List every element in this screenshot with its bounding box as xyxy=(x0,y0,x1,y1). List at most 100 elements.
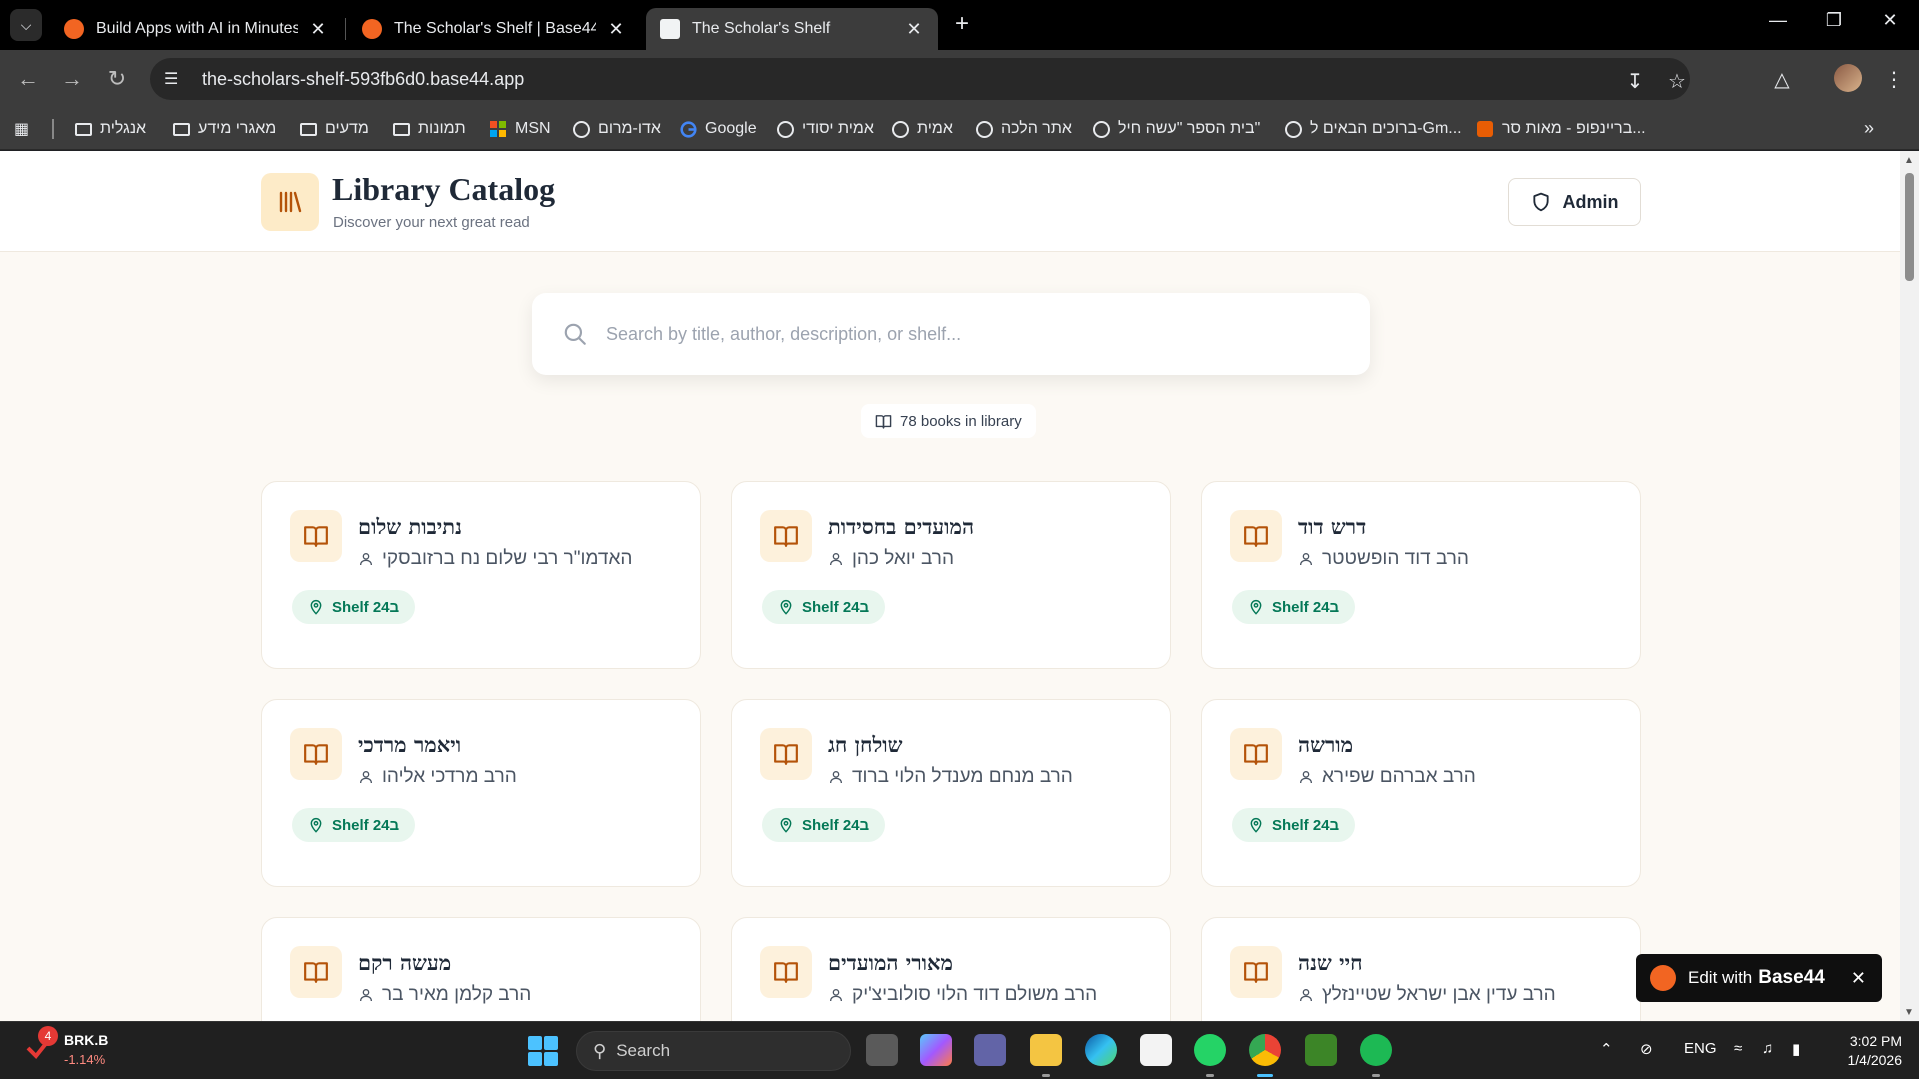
page-scrollbar[interactable]: ▲ ▼ xyxy=(1900,151,1919,1021)
brainpop-icon xyxy=(1476,121,1494,137)
close-window-icon[interactable]: ✕ xyxy=(1870,10,1910,31)
bookmark-item[interactable]: אנגלית xyxy=(74,118,146,140)
folder-icon xyxy=(172,121,190,137)
book-author: הרב יואל כהן xyxy=(828,548,954,570)
address-bar[interactable]: ☰ the-scholars-shelf-593fb6d0.base44.app… xyxy=(150,58,1690,100)
globe-icon xyxy=(572,120,590,138)
book-icon xyxy=(1230,728,1282,780)
edit-with-base44-button[interactable]: Edit with Base44 ✕ xyxy=(1636,954,1882,1002)
volume-icon[interactable]: ♫ xyxy=(1762,1040,1773,1057)
bookmark-item[interactable]: אמית xyxy=(891,118,953,140)
chrome-icon[interactable] xyxy=(1249,1034,1281,1066)
minimize-icon[interactable]: — xyxy=(1758,10,1798,31)
taskbar-clock[interactable]: 3:02 PM 1/4/2026 xyxy=(1832,1032,1903,1070)
tab-search-button[interactable]: ⌵ xyxy=(10,9,42,41)
copilot-icon[interactable] xyxy=(920,1034,952,1066)
bookmark-item[interactable]: ברוכים הבאים ל-Gm... xyxy=(1284,118,1462,140)
book-icon xyxy=(290,728,342,780)
shield-icon xyxy=(1532,192,1549,212)
admin-button[interactable]: Admin xyxy=(1508,178,1641,226)
close-icon[interactable]: ✕ xyxy=(308,19,328,40)
more-menu-icon[interactable]: ⋮ xyxy=(1878,63,1910,95)
minecraft-icon[interactable] xyxy=(1305,1034,1337,1066)
book-card[interactable]: דרש דוד הרב דוד הופשטטר Shelf 24ב xyxy=(1201,481,1641,669)
battery-icon[interactable]: ▮ xyxy=(1792,1040,1800,1058)
spotify-icon[interactable] xyxy=(1360,1034,1392,1066)
map-pin-icon xyxy=(310,818,322,833)
bookmark-label: מאגרי מידע xyxy=(198,120,277,137)
scroll-down-icon[interactable]: ▼ xyxy=(1904,1007,1914,1018)
book-title: נתיבות שלום xyxy=(358,514,462,539)
apps-grid-icon[interactable]: ▦ xyxy=(14,119,34,139)
user-icon xyxy=(1300,771,1312,784)
book-card[interactable]: נתיבות שלום האדמו"ר רבי שלום נח ברזובסקי… xyxy=(261,481,701,669)
file-explorer-icon[interactable] xyxy=(1030,1034,1062,1066)
chevron-double-right-icon[interactable]: » xyxy=(1864,118,1874,139)
book-card[interactable]: מורשה הרב אברהם שפירא Shelf 24ב xyxy=(1201,699,1641,887)
book-count-text: 78 books in library xyxy=(900,412,1022,430)
book-card[interactable]: שולחן חג הרב מנחם מענדל הלוי ברוד Shelf … xyxy=(731,699,1171,887)
chevron-up-icon[interactable]: ⌃ xyxy=(1600,1040,1613,1058)
tab-scholars-shelf-base44[interactable]: The Scholar's Shelf | Base44 ✕ xyxy=(348,8,640,50)
doc-icon xyxy=(660,19,680,39)
book-card[interactable]: מאורי המועדים הרב משולם דוד הלוי סולוביצ… xyxy=(731,917,1171,1021)
map-pin-icon xyxy=(780,600,792,615)
tab-title: The Scholar's Shelf | Base44 xyxy=(394,20,596,37)
edge-icon[interactable] xyxy=(1085,1034,1117,1066)
new-tab-button[interactable]: + xyxy=(948,10,976,38)
bookmark-item[interactable]: מאגרי מידע xyxy=(172,118,276,140)
close-icon[interactable]: ✕ xyxy=(904,19,924,40)
notifications-off-icon[interactable]: ⊘ xyxy=(1640,1040,1653,1058)
bookmark-item[interactable]: אתר הלכה xyxy=(975,118,1072,140)
language-indicator[interactable]: ENG xyxy=(1684,1040,1717,1057)
close-icon[interactable]: ✕ xyxy=(606,19,626,40)
restore-icon[interactable]: ❐ xyxy=(1814,10,1854,31)
teams-icon[interactable] xyxy=(974,1034,1006,1066)
back-icon[interactable]: ← xyxy=(12,63,44,95)
windows-start-icon[interactable] xyxy=(528,1036,558,1066)
scroll-up-icon[interactable]: ▲ xyxy=(1904,155,1914,166)
bookmark-item[interactable]: בריינפופ - מאות סר... xyxy=(1476,118,1646,140)
tab-build-apps[interactable]: Build Apps with AI in Minutes | B ✕ xyxy=(50,8,342,50)
address-url[interactable]: the-scholars-shelf-593fb6d0.base44.app xyxy=(202,69,524,90)
book-card[interactable]: חיי שנה הרב עדין אבן ישראל שטיינזלץ xyxy=(1201,917,1641,1021)
bookmark-item[interactable]: מדעים xyxy=(299,118,369,140)
search-input[interactable] xyxy=(606,323,1326,345)
edit-brand: Base44 xyxy=(1758,967,1825,988)
bookmark-item[interactable]: תמונות xyxy=(392,118,466,140)
book-card[interactable]: המועדים בחסידות הרב יואל כהן Shelf 24ב xyxy=(731,481,1171,669)
bookmark-star-icon[interactable]: ☆ xyxy=(1662,66,1692,96)
tab-scholars-shelf[interactable]: The Scholar's Shelf ✕ xyxy=(646,8,938,50)
scroll-thumb[interactable] xyxy=(1905,173,1914,281)
google-icon xyxy=(679,120,697,138)
stock-widget[interactable]: 4 BRK.B -1.14% xyxy=(26,1026,108,1067)
bookmark-item[interactable]: אמית יסודי xyxy=(776,118,874,140)
bookmark-label: ברוכים הבאים ל-Gm... xyxy=(1310,120,1462,137)
wifi-icon[interactable]: ≈ xyxy=(1734,1040,1742,1057)
store-icon[interactable] xyxy=(1140,1034,1172,1066)
bookmark-item[interactable]: אדו-מרום xyxy=(572,118,661,140)
reload-icon[interactable]: ↻ xyxy=(101,63,133,95)
user-icon xyxy=(1300,553,1312,566)
book-icon xyxy=(760,946,812,998)
book-card[interactable]: מעשה רקם הרב קלמן מאיר בר xyxy=(261,917,701,1021)
task-view-icon[interactable] xyxy=(866,1034,898,1066)
author-name: הרב יואל כהן xyxy=(852,548,954,569)
taskbar-search[interactable]: ⚲ Search xyxy=(576,1031,851,1071)
book-author: הרב קלמן מאיר בר xyxy=(358,984,531,1006)
site-info-icon[interactable]: ☰ xyxy=(164,69,188,89)
profile-avatar[interactable] xyxy=(1834,64,1862,92)
book-card[interactable]: ויאמר מרדכי הרב מרדכי אליהו Shelf 24ב xyxy=(261,699,701,887)
user-icon xyxy=(360,989,372,1002)
book-title: ויאמר מרדכי xyxy=(358,732,462,757)
bookmark-item[interactable]: בית הספר "עשה חיל" xyxy=(1092,118,1260,140)
extensions-icon[interactable]: △ xyxy=(1766,63,1798,95)
forward-icon[interactable]: → xyxy=(56,63,88,95)
shelf-label: Shelf 24ב xyxy=(802,598,870,616)
search-bar[interactable] xyxy=(532,293,1370,375)
install-app-icon[interactable]: ↧ xyxy=(1620,66,1650,96)
bookmark-item[interactable]: Google xyxy=(679,118,757,140)
close-icon[interactable]: ✕ xyxy=(1851,968,1866,989)
whatsapp-icon[interactable] xyxy=(1194,1034,1226,1066)
bookmark-item[interactable]: MSN xyxy=(489,118,551,140)
